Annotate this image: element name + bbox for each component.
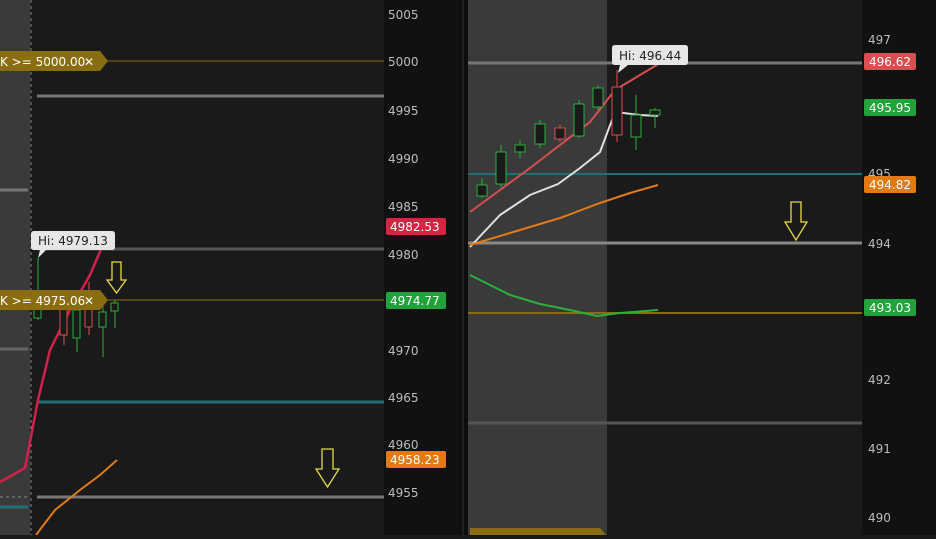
price-badge-text: 4982.53 [390,220,440,234]
axis-tick-label: 5000 [388,55,419,69]
alert-label-4975[interactable]: K >= 4975.06 ✕ [0,290,108,310]
candle [514,144,526,153]
axis-tick-label: 497 [868,33,891,47]
axis-tick-label: 4970 [388,344,419,358]
axis-tick-label: 494 [868,237,891,251]
candle [611,86,623,136]
price-badge: 4974.77 [386,292,446,309]
candle [534,123,546,145]
price-badge-text: 494.82 [869,178,911,192]
price-badge: 496.62 [864,53,916,70]
candle [554,127,566,140]
chart-workspace: K >= 5000.00 ✕ K >= 4975.06 ✕ Hi: 4979.1… [0,0,936,536]
price-badge-text: 4958.23 [390,453,440,467]
candle [495,151,507,185]
candle [573,103,585,137]
price-badge: 4958.23 [386,451,446,468]
price-badge: 495.95 [864,99,916,116]
candle [592,87,604,108]
axis-tick-label: 4995 [388,104,419,118]
left-chart-area[interactable] [0,0,384,535]
hi-tooltip-text: Hi: 4979.13 [38,234,108,248]
axis-tick-label: 4965 [388,391,419,405]
candle [110,302,119,312]
axis-tick-label: 490 [868,511,891,525]
candle [630,114,642,138]
price-badge: 494.82 [864,176,916,193]
candle [476,184,488,197]
close-icon[interactable]: ✕ [84,55,94,69]
alert-label-text: K >= 4975.06 [0,294,85,308]
price-badge: 4982.53 [386,218,446,235]
axis-tick-label: 5005 [388,8,419,22]
candle [98,311,107,328]
close-icon[interactable]: ✕ [84,294,94,308]
candle [649,109,661,116]
alert-label-5000[interactable]: K >= 5000.00 ✕ [0,51,108,71]
axis-tick-label: 4985 [388,200,419,214]
price-badge-text: 496.62 [869,55,911,69]
price-badge-text: 4974.77 [390,294,440,308]
axis-tick-label: 491 [868,442,891,456]
axis-tick-label: 4990 [388,152,419,166]
left-shaded-session [0,0,30,535]
alert-label-text: K >= 5000.00 [0,55,85,69]
price-badge: 493.03 [864,299,916,316]
candle [72,309,81,339]
panel-splitter[interactable] [460,0,468,535]
hi-tooltip-text: Hi: 496.44 [619,49,681,63]
axis-tick-label: 492 [868,373,891,387]
axis-tick-label: 4955 [388,486,419,500]
alert-label-partial[interactable] [470,528,606,535]
right-shaded-session [468,0,607,535]
chart-canvas: K >= 5000.00 ✕ K >= 4975.06 ✕ Hi: 4979.1… [0,0,936,536]
axis-tick-label: 4960 [388,438,419,452]
axis-tick-label: 4980 [388,248,419,262]
price-badge-text: 495.95 [869,101,911,115]
price-badge-text: 493.03 [869,301,911,315]
